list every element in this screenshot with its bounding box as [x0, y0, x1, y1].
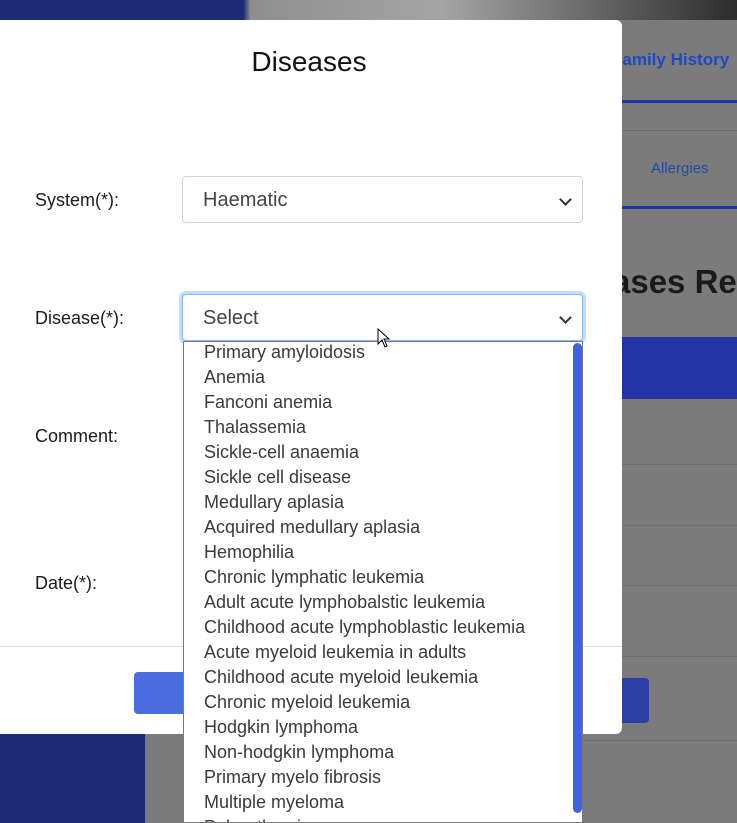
chevron-down-icon: [559, 193, 572, 206]
disease-dropdown-list[interactable]: Primary amyloidosis Anemia Fanconi anemi…: [183, 341, 583, 823]
system-select[interactable]: Haematic: [182, 176, 583, 223]
table-row-divider: [583, 740, 737, 741]
dropdown-option[interactable]: Polycythemia: [184, 815, 574, 822]
dropdown-option[interactable]: Acquired medullary aplasia: [184, 515, 574, 540]
dropdown-option[interactable]: Fanconi anemia: [184, 390, 574, 415]
dropdown-option[interactable]: Multiple myeloma: [184, 790, 574, 815]
dropdown-option[interactable]: Anemia: [184, 365, 574, 390]
dropdown-option[interactable]: Non-hodgkin lymphoma: [184, 740, 574, 765]
modal-title: Diseases: [251, 46, 367, 77]
divider: [612, 130, 737, 131]
dropdown-option[interactable]: Childhood acute lymphoblastic leukemia: [184, 615, 574, 640]
dropdown-option[interactable]: Medullary aplasia: [184, 490, 574, 515]
dropdown-option[interactable]: Hodgkin lymphoma: [184, 715, 574, 740]
dropdown-option[interactable]: Childhood acute myeloid leukemia: [184, 665, 574, 690]
dropdown-option[interactable]: Hemophilia: [184, 540, 574, 565]
dropdown-option[interactable]: Adult acute lymphobalstic leukemia: [184, 590, 574, 615]
dropdown-option[interactable]: Sickle cell disease: [184, 465, 574, 490]
date-label: Date(*):: [35, 573, 98, 593]
system-select-value: Haematic: [203, 189, 288, 211]
disease-label: Disease(*):: [35, 308, 125, 328]
tab-family-history[interactable]: Family History: [612, 50, 729, 70]
tab-underline: [612, 206, 737, 209]
sidebar-background: [0, 733, 145, 823]
chevron-down-icon: [559, 311, 572, 324]
dropdown-option[interactable]: Primary myelo fibrosis: [184, 765, 574, 790]
section-heading: ases Re: [612, 263, 737, 300]
dropdown-option[interactable]: Thalassemia: [184, 415, 574, 440]
dropdown-scrollbar[interactable]: [573, 343, 582, 813]
dropdown-option[interactable]: Chronic myeloid leukemia: [184, 690, 574, 715]
mouse-cursor-icon: [377, 328, 391, 348]
dropdown-option[interactable]: Acute myeloid leukemia in adults: [184, 640, 574, 665]
disease-select-value: Select: [203, 307, 259, 329]
dropdown-option[interactable]: Chronic lymphatic leukemia: [184, 565, 574, 590]
dropdown-option[interactable]: Sickle-cell anaemia: [184, 440, 574, 465]
tab-underline: [612, 100, 737, 103]
comment-label: Comment:: [35, 426, 119, 446]
system-label: System(*):: [35, 190, 120, 210]
tab-allergies[interactable]: Allergies: [651, 160, 709, 177]
